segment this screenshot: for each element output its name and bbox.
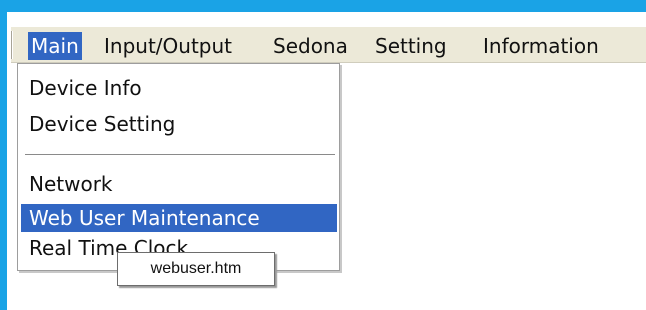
- menu-item-network[interactable]: Network: [18, 170, 339, 198]
- menu-main[interactable]: Main: [28, 32, 82, 60]
- link-tooltip: webuser.htm: [117, 252, 275, 286]
- menu-item-web-user-maintenance[interactable]: Web User Maintenance: [21, 204, 337, 232]
- menu-setting[interactable]: Setting: [375, 32, 447, 60]
- menu-item-device-setting[interactable]: Device Setting: [18, 110, 339, 138]
- menu-input-output[interactable]: Input/Output: [104, 32, 232, 60]
- window-frame-top: [0, 0, 646, 12]
- menu-item-device-info[interactable]: Device Info: [18, 74, 339, 102]
- window-frame-left: [0, 0, 7, 310]
- menu-sedona[interactable]: Sedona: [273, 32, 348, 60]
- menu-bar: Main Input/Output Sedona Setting Informa…: [11, 27, 646, 63]
- menubar-grip: [11, 31, 13, 59]
- main-dropdown-menu: Device Info Device Setting Network Web U…: [17, 63, 340, 271]
- menu-information[interactable]: Information: [483, 32, 599, 60]
- menu-divider: [25, 154, 335, 156]
